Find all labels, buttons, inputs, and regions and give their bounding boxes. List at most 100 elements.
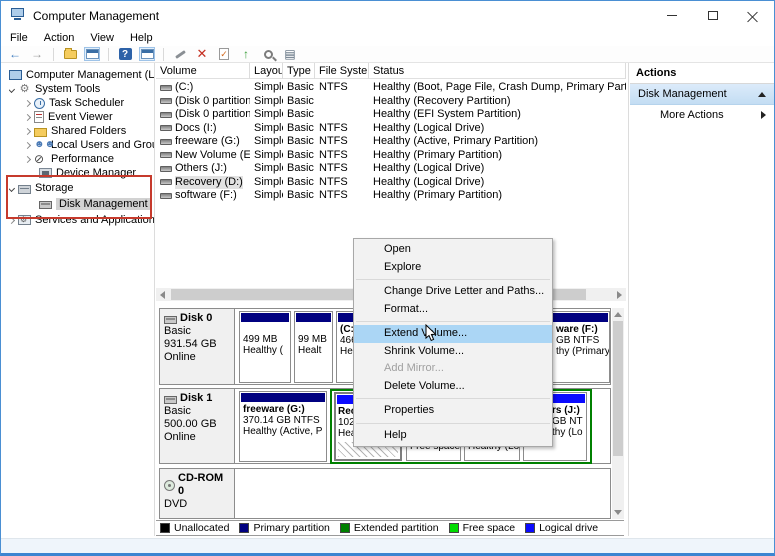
close-icon [747, 10, 758, 21]
chevron-right-icon[interactable] [25, 127, 31, 134]
forward-icon[interactable]: → [29, 47, 45, 61]
disk1-label[interactable]: Disk 1 Basic 500.00 GB Online [160, 389, 235, 463]
disk0-partition-recovery[interactable]: 499 MBHealthy ( [239, 311, 291, 383]
col-volume[interactable]: Volume [156, 63, 250, 79]
volume-row[interactable]: freeware (G:)SimpleBasicNTFSHealthy (Act… [156, 135, 626, 149]
app-icon [11, 8, 25, 21]
tree-item-local-users-groups[interactable]: ☻☻Local Users and Groups [25, 138, 154, 152]
menu-action[interactable]: Action [44, 32, 75, 44]
menu-separator [356, 279, 550, 280]
disk0-status: Online [164, 351, 230, 364]
console-tree-pane: Computer Management (Local ⚙System Tools… [5, 63, 154, 536]
volume-row[interactable]: software (F:)SimpleBasicNTFSHealthy (Pri… [156, 189, 626, 203]
volume-row[interactable]: Docs (I:)SimpleBasicNTFSHealthy (Logical… [156, 122, 626, 136]
chevron-right-icon[interactable] [25, 141, 31, 148]
menu-separator [356, 423, 550, 424]
disk1-type: Basic [164, 405, 230, 418]
disk0-label[interactable]: Disk 0 Basic 931.54 GB Online [160, 309, 235, 384]
expand-right-icon[interactable] [761, 111, 766, 119]
menu-item-explore[interactable]: Explore [354, 259, 552, 277]
tools-icon: ⚙ [18, 83, 31, 95]
show-action-pane-icon[interactable] [139, 47, 155, 61]
more-actions-item[interactable]: More Actions [630, 105, 774, 125]
volume-row-selected[interactable]: Recovery (D:)SimpleBasicNTFSHealthy (Log… [156, 176, 626, 190]
cd-icon [164, 480, 175, 491]
menu-help[interactable]: Help [130, 32, 153, 44]
volume-row[interactable]: Others (J:)SimpleBasicNTFSHealthy (Logic… [156, 162, 626, 176]
close-button[interactable] [732, 1, 772, 29]
chevron-right-icon[interactable] [25, 113, 31, 120]
menu-item-properties[interactable]: Properties [354, 402, 552, 420]
volume-icon [160, 112, 172, 118]
volume-row[interactable]: New Volume (E:)SimpleBasicNTFSHealthy (P… [156, 149, 626, 163]
red-annotation-box [6, 175, 152, 219]
menu-item-format[interactable]: Format... [354, 301, 552, 319]
back-icon[interactable]: ← [7, 47, 23, 61]
disk0-partition-efi[interactable]: 99 MBHealt [294, 311, 333, 383]
volume-row[interactable]: (C:)SimpleBasicNTFSHealthy (Boot, Page F… [156, 81, 626, 95]
tree-item-shared-folders[interactable]: Shared Folders [25, 124, 126, 138]
col-status[interactable]: Status [369, 63, 626, 79]
menu-item-open[interactable]: Open [354, 241, 552, 259]
folder-icon [34, 128, 47, 137]
pane-divider[interactable] [154, 63, 155, 536]
actions-group-disk-management[interactable]: Disk Management [630, 84, 774, 105]
menu-item-change-drive-letter[interactable]: Change Drive Letter and Paths... [354, 283, 552, 301]
tree-item-task-scheduler[interactable]: Task Scheduler [25, 96, 124, 110]
search-icon[interactable] [260, 47, 276, 61]
delete-icon[interactable]: ✕ [194, 47, 210, 61]
menu-file[interactable]: File [10, 32, 28, 44]
legend-logical-drive: Logical drive [525, 522, 598, 534]
menu-item-add-mirror: Add Mirror... [354, 360, 552, 378]
scroll-right-icon[interactable] [617, 291, 622, 299]
pane-divider[interactable] [628, 63, 629, 536]
disk0-size: 931.54 GB [164, 338, 230, 351]
menu-view[interactable]: View [90, 32, 114, 44]
help-icon[interactable]: ? [117, 47, 133, 61]
col-file-system[interactable]: File System [315, 63, 369, 79]
properties-icon[interactable]: ▤ [282, 47, 298, 61]
scroll-up-icon[interactable] [614, 312, 622, 317]
scrollbar-thumb[interactable] [613, 321, 623, 456]
show-console-tree-icon[interactable] [84, 47, 100, 61]
refresh-tool-icon[interactable] [172, 47, 188, 61]
volume-row[interactable]: (Disk 0 partition 2)SimpleBasicHealthy (… [156, 108, 626, 122]
cdrom-label[interactable]: CD-ROM 0 DVD No Media [160, 469, 235, 518]
export-list-icon[interactable] [62, 47, 78, 61]
chevron-right-icon[interactable] [25, 99, 31, 106]
menu-item-extend-volume[interactable]: Extend Volume... [354, 325, 552, 343]
volume-icon [160, 193, 172, 199]
chevron-right-icon[interactable] [25, 155, 31, 162]
scroll-left-icon[interactable] [160, 291, 165, 299]
volume-icon [160, 179, 172, 185]
volume-icon [160, 85, 172, 91]
scroll-down-icon[interactable] [614, 510, 622, 515]
col-layout[interactable]: Layout [250, 63, 283, 79]
computer-management-window: Computer Management File Action View Hel… [0, 0, 775, 556]
check-disk-icon[interactable]: ✓ [216, 47, 232, 61]
volume-row[interactable]: (Disk 0 partition 1)SimpleBasicHealthy (… [156, 95, 626, 109]
tree-item-system-tools[interactable]: ⚙System Tools [9, 82, 100, 96]
volume-icon [160, 152, 172, 158]
tree-item-event-viewer[interactable]: Event Viewer [25, 110, 113, 124]
minimize-button[interactable] [652, 1, 692, 29]
collapse-icon[interactable] [758, 92, 766, 97]
mouse-cursor [425, 324, 437, 342]
performance-icon: ⊘ [34, 153, 47, 165]
col-type[interactable]: Type [283, 63, 315, 79]
status-bar [1, 538, 774, 554]
tree-item-computer-management[interactable]: Computer Management (Local [9, 68, 154, 82]
disk1-partition-freeware[interactable]: freeware (G:)370.14 GB NTFSHealthy (Acti… [239, 391, 327, 462]
maximize-button[interactable] [693, 1, 733, 29]
menu-item-delete-volume[interactable]: Delete Volume... [354, 378, 552, 396]
volume-icon [160, 125, 172, 131]
menu-item-help[interactable]: Help [354, 427, 552, 445]
vertical-scrollbar[interactable] [612, 308, 624, 519]
legend-unallocated: Unallocated [160, 522, 229, 534]
up-icon[interactable]: ↑ [238, 47, 254, 61]
tree-item-performance[interactable]: ⊘Performance [25, 152, 114, 166]
toolbar-separator [108, 48, 109, 61]
menu-item-shrink-volume[interactable]: Shrink Volume... [354, 343, 552, 361]
chevron-down-icon[interactable] [9, 85, 15, 92]
disk0-type: Basic [164, 325, 230, 338]
